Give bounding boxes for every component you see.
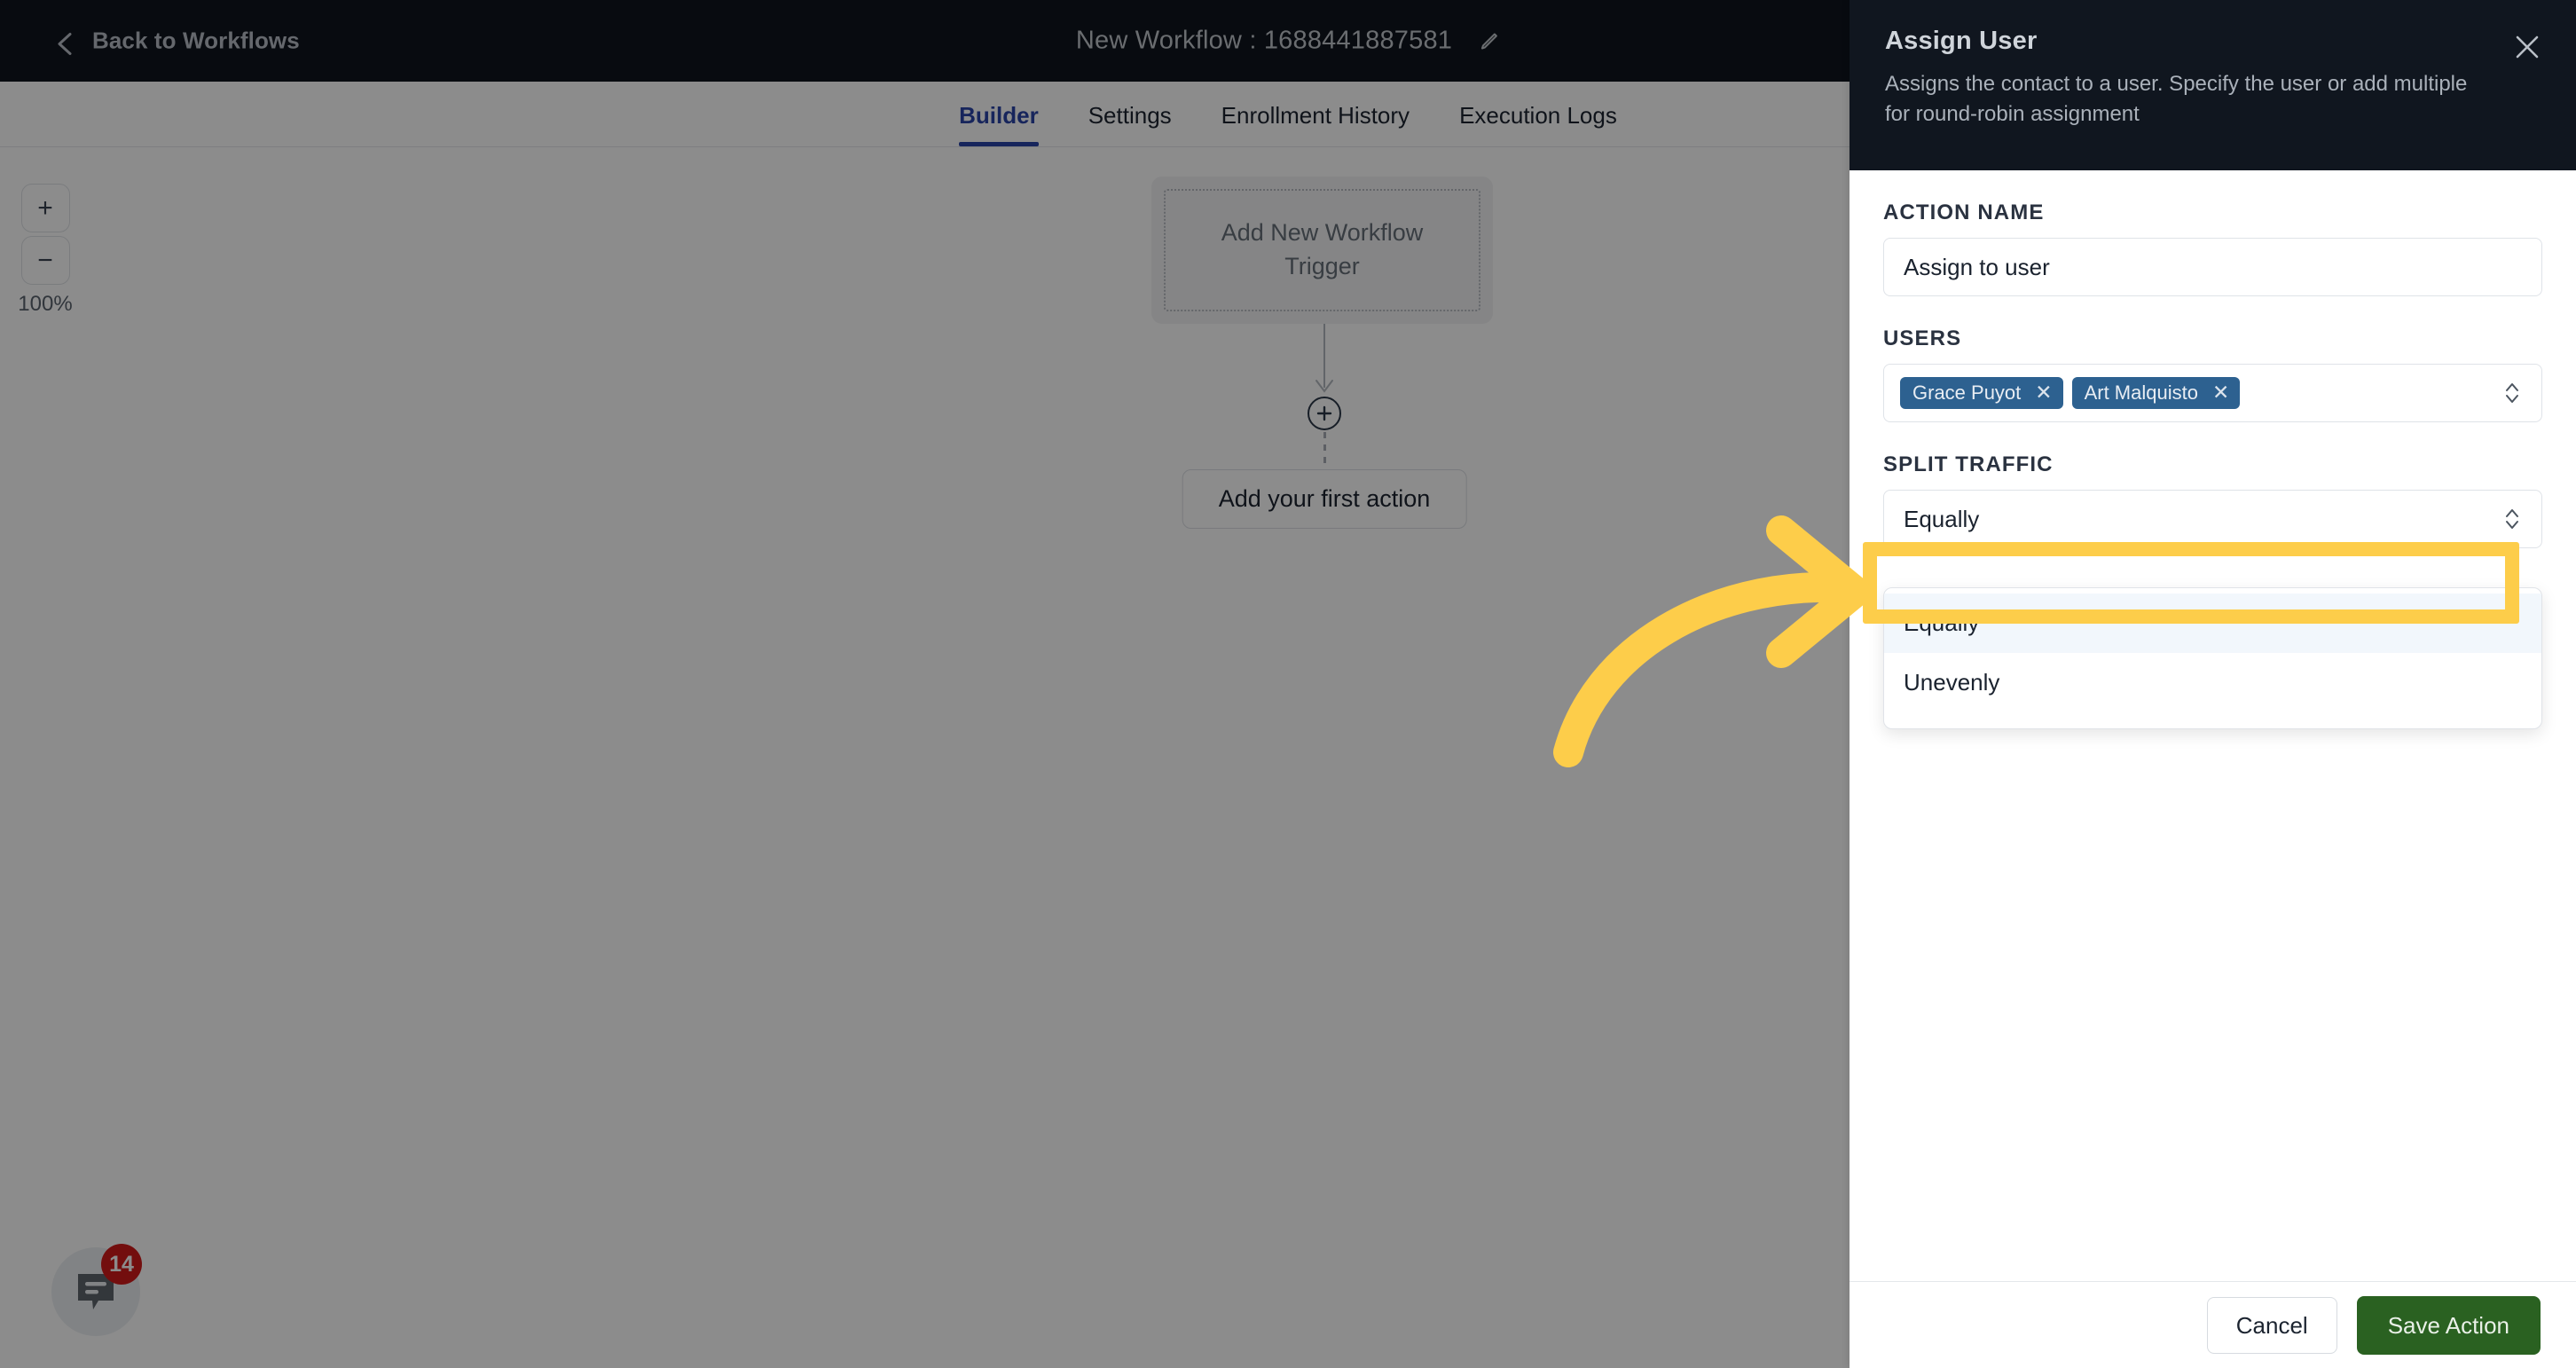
assign-user-panel: Assign User Assigns the contact to a use…	[1850, 0, 2576, 1368]
chevron-up-down-icon[interactable]	[2502, 504, 2522, 534]
zoom-level-label: 100%	[18, 292, 73, 316]
chat-widget-button[interactable]: 14	[51, 1244, 142, 1336]
split-traffic-value: Equally	[1904, 505, 1980, 532]
save-action-button[interactable]: Save Action	[2356, 1295, 2541, 1355]
back-to-workflows-label: Back to Workflows	[92, 27, 300, 54]
panel-description: Assigns the contact to a user. Specify t…	[1885, 72, 2468, 127]
users-label: USERS	[1883, 326, 1962, 350]
split-traffic-select[interactable]: Equally	[1883, 490, 2542, 548]
split-traffic-option-unevenly[interactable]: Unevenly	[1884, 653, 2541, 712]
workflow-title-group: New Workflow : 1688441887581	[1076, 27, 1500, 56]
chevron-left-icon	[55, 31, 75, 55]
users-field: USERS Grace Puyot ✕ Art Malquisto ✕	[1883, 326, 2542, 422]
add-workflow-trigger-label: Add New Workflow Trigger	[1164, 189, 1480, 311]
chevron-up-down-icon[interactable]	[2502, 378, 2522, 408]
panel-title: Assign User	[1885, 27, 2038, 55]
tab-execution-logs[interactable]: Execution Logs	[1434, 102, 1642, 146]
users-multiselect[interactable]: Grace Puyot ✕ Art Malquisto ✕	[1883, 364, 2542, 422]
pencil-icon[interactable]	[1479, 30, 1500, 51]
chat-unread-badge: 14	[101, 1244, 142, 1285]
split-traffic-dropdown: Equally Unevenly	[1883, 587, 2542, 729]
split-traffic-option-equally[interactable]: Equally	[1884, 594, 2541, 653]
action-name-field: ACTION NAME Assign to user	[1883, 200, 2542, 296]
user-chip: Art Malquisto ✕	[2071, 376, 2241, 410]
split-traffic-field: SPLIT TRAFFIC Equally	[1883, 452, 2542, 548]
close-icon[interactable]: ✕	[2035, 381, 2052, 403]
dashed-connector	[1323, 432, 1326, 472]
action-name-input[interactable]: Assign to user	[1883, 238, 2542, 296]
panel-body: ACTION NAME Assign to user USERS Grace P…	[1850, 170, 2576, 548]
plus-circle-icon	[1316, 405, 1332, 421]
action-name-label: ACTION NAME	[1883, 200, 2045, 224]
add-node-button[interactable]	[1308, 397, 1341, 430]
zoom-out-button[interactable]: −	[20, 236, 70, 285]
flow-column: Add New Workflow Trigger Add your first …	[1151, 177, 1497, 529]
close-icon[interactable]	[2512, 32, 2542, 62]
zoom-in-button[interactable]: +	[20, 184, 70, 232]
panel-header: Assign User Assigns the contact to a use…	[1850, 0, 2576, 170]
back-to-workflows-button[interactable]: Back to Workflows	[55, 28, 300, 55]
add-first-action-button[interactable]: Add your first action	[1182, 469, 1467, 529]
page-title: New Workflow : 1688441887581	[1075, 26, 1453, 55]
close-icon[interactable]: ✕	[2212, 381, 2229, 403]
cancel-button[interactable]: Cancel	[2206, 1296, 2337, 1354]
tab-settings[interactable]: Settings	[1064, 102, 1197, 146]
zoom-controls: + − 100%	[14, 184, 76, 317]
add-workflow-trigger-card[interactable]: Add New Workflow Trigger	[1151, 177, 1493, 324]
user-chip-label: Art Malquisto	[2084, 381, 2198, 404]
panel-footer: Cancel Save Action	[1850, 1281, 2576, 1368]
tab-enrollment-history[interactable]: Enrollment History	[1197, 102, 1434, 146]
user-chip: Grace Puyot ✕	[1900, 376, 2063, 410]
split-traffic-label: SPLIT TRAFFIC	[1883, 452, 2054, 476]
user-chip-label: Grace Puyot	[1912, 381, 2022, 404]
tab-builder[interactable]: Builder	[934, 102, 1064, 146]
